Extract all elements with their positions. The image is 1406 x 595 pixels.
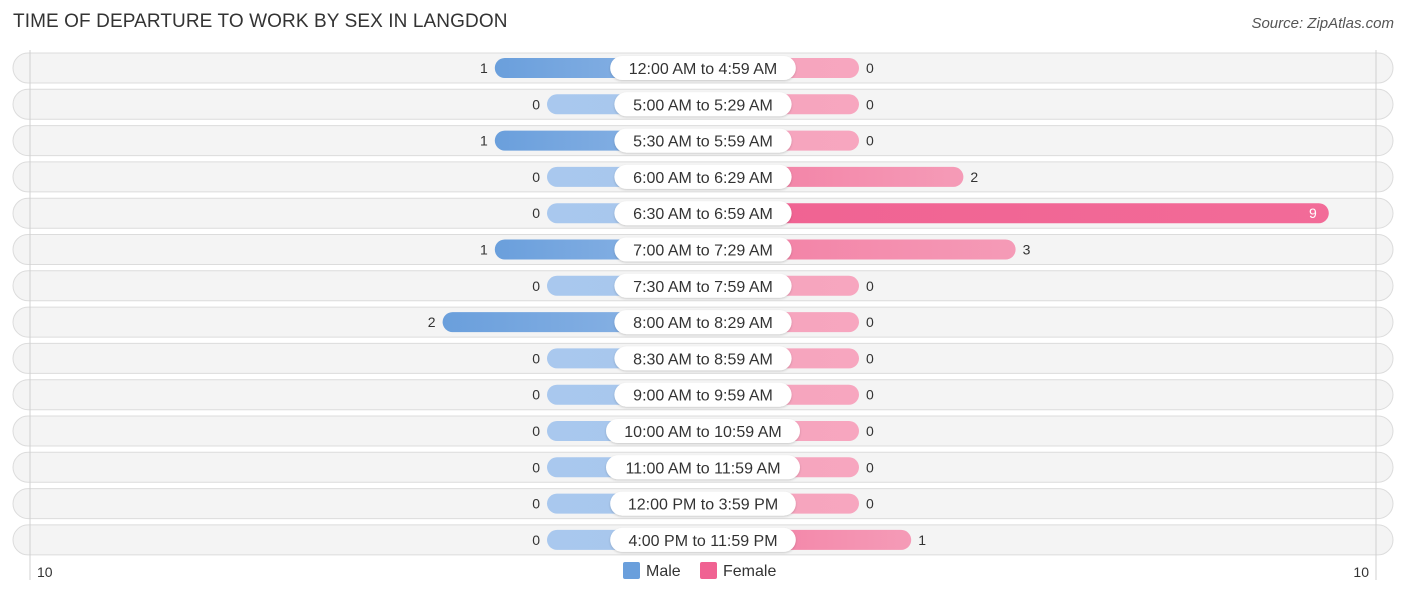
legend-label: Female <box>723 563 776 580</box>
legend-label: Male <box>646 563 681 580</box>
male-value-label: 1 <box>480 60 488 76</box>
female-value-label: 0 <box>866 423 874 439</box>
category-label: 6:30 AM to 6:59 AM <box>633 206 773 223</box>
male-value-label: 0 <box>532 350 540 366</box>
category-label: 11:00 AM to 11:59 AM <box>625 460 780 477</box>
legend-swatch <box>623 562 640 579</box>
female-value-label: 3 <box>1023 242 1031 258</box>
female-value-label: 0 <box>866 133 874 149</box>
female-value-label: 0 <box>866 96 874 112</box>
male-value-label: 0 <box>532 459 540 475</box>
category-label: 10:00 AM to 10:59 AM <box>624 424 781 441</box>
legend-item-male: Male <box>623 562 681 580</box>
chart-row: 0 0 11:00 AM to 11:59 AM <box>12 451 1394 483</box>
chart-row: 0 0 8:30 AM to 8:59 AM <box>12 342 1394 374</box>
chart: 1 012:00 AM to 4:59 AM0 05:00 AM to 5:29 A… <box>12 50 1394 580</box>
chart-row: 2 0 8:00 AM to 8:29 AM <box>12 306 1394 338</box>
female-bar <box>703 203 1329 224</box>
chart-row: 0 0 5:00 AM to 5:29 AM <box>12 88 1394 120</box>
female-value-label: 0 <box>866 314 874 330</box>
chart-row: 1 0 5:30 AM to 5:59 AM <box>12 125 1394 157</box>
male-value-label: 1 <box>480 242 488 258</box>
male-value-label: 0 <box>532 96 540 112</box>
category-label: 5:30 AM to 5:59 AM <box>633 134 773 151</box>
chart-row: 0 1 4:00 PM to 11:59 PM <box>12 524 1394 556</box>
chart-row: 0 0 10:00 AM to 10:59 AM <box>12 415 1394 447</box>
chart-row: 0 0 7:30 AM to 7:59 AM <box>12 270 1394 302</box>
male-value-label: 0 <box>532 423 540 439</box>
chart-row: 0 2 6:00 AM to 6:29 AM <box>12 161 1394 193</box>
chart-row: 1 0 12:00 AM to 4:59 AM <box>12 52 1394 84</box>
category-label: 12:00 PM to 3:59 PM <box>628 497 778 514</box>
female-value-label: 0 <box>866 350 874 366</box>
female-value-label: 0 <box>866 278 874 294</box>
category-label: 8:30 AM to 8:59 AM <box>633 351 773 368</box>
category-label: 7:00 AM to 7:29 AM <box>633 243 773 260</box>
category-label: 8:00 AM to 8:29 AM <box>633 315 773 332</box>
male-value-label: 1 <box>480 133 488 149</box>
chart-row: 1 3 7:00 AM to 7:29 AM <box>12 234 1394 265</box>
male-value-label: 2 <box>428 314 436 330</box>
male-value-label: 0 <box>532 532 540 548</box>
female-value-label: 1 <box>918 532 926 548</box>
chart-row: 0 9 6:30 AM to 6:59 AM <box>12 197 1394 229</box>
female-value-label: 0 <box>866 60 874 76</box>
category-label: 12:00 AM to 4:59 AM <box>629 61 778 78</box>
male-value-label: 0 <box>532 169 540 185</box>
female-value-label: 9 <box>1309 205 1317 221</box>
category-label: 4:00 PM to 11:59 PM <box>628 533 777 550</box>
axis-right-label: 10 <box>1353 564 1369 580</box>
male-value-label: 0 <box>532 496 540 512</box>
legend-item-female: Female <box>700 562 776 580</box>
chart-row: 0 0 9:00 AM to 9:59 AM <box>12 379 1394 411</box>
female-value-label: 2 <box>970 169 978 185</box>
category-label: 5:00 AM to 5:29 AM <box>633 97 773 114</box>
chart-row: 0 0 12:00 PM to 3:59 PM <box>12 488 1394 520</box>
male-value-label: 0 <box>532 205 540 221</box>
female-value-label: 0 <box>866 496 874 512</box>
male-value-label: 0 <box>532 278 540 294</box>
female-value-label: 0 <box>866 459 874 475</box>
category-label: 7:30 AM to 7:59 AM <box>633 279 773 296</box>
category-label: 9:00 AM to 9:59 AM <box>633 388 773 405</box>
category-label: 6:00 AM to 6:29 AM <box>633 170 773 187</box>
female-value-label: 0 <box>866 387 874 403</box>
male-value-label: 0 <box>532 387 540 403</box>
axis-left-label: 10 <box>37 564 53 580</box>
legend-swatch <box>700 562 717 579</box>
